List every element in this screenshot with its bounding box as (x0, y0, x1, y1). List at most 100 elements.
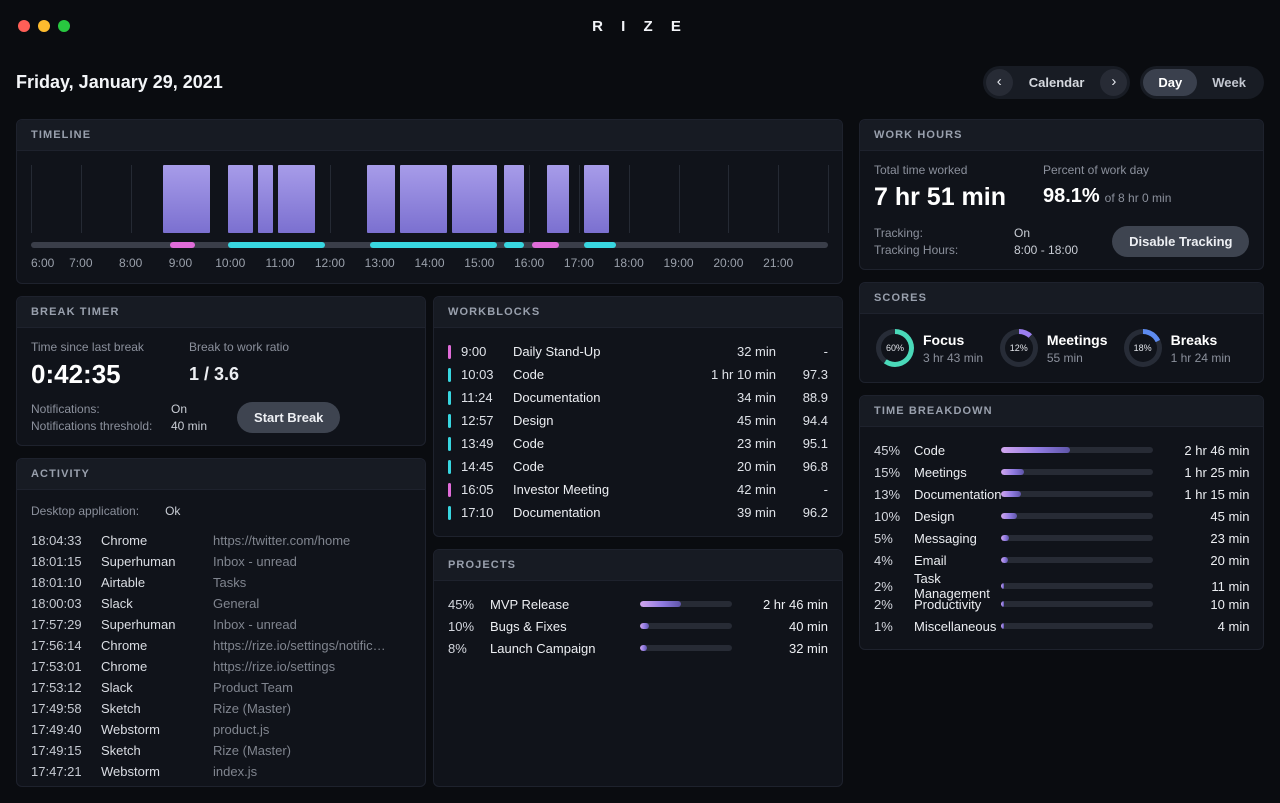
workblock-title: Documentation (513, 390, 684, 405)
zoom-button[interactable] (58, 20, 70, 32)
timeline-gridline (131, 165, 132, 233)
breakdown-bar-fill (1001, 447, 1069, 453)
timeline-hour-label: 11:00 (265, 256, 294, 270)
workblock-row[interactable]: 16:05Investor Meeting42 min- (448, 478, 828, 501)
workblock-title: Investor Meeting (513, 482, 684, 497)
ratio-label: Break to work ratio (189, 340, 411, 354)
timeline-chart[interactable] (31, 165, 828, 233)
breakdown-percent: 2% (874, 579, 914, 594)
breakdown-bar-track (1001, 513, 1153, 519)
timeline-gridline (629, 165, 630, 233)
score-item[interactable]: 60%Focus3 hr 43 min (876, 329, 1000, 367)
timeline-workblock[interactable] (228, 165, 253, 233)
timeline-workblock[interactable] (584, 165, 609, 233)
timeline-gridline (529, 165, 530, 233)
workblock-row[interactable]: 17:10Documentation39 min96.2 (448, 501, 828, 524)
activity-detail: https://twitter.com/home (213, 533, 411, 548)
workblock-row[interactable]: 11:24Documentation34 min88.9 (448, 386, 828, 409)
timeline-gridline (828, 165, 829, 233)
activity-row: 17:49:15SketchRize (Master) (31, 740, 411, 761)
workblock-row[interactable]: 14:45Code20 min96.8 (448, 455, 828, 478)
breakdown-row: 45%Code2 hr 46 min (874, 439, 1249, 461)
score-item[interactable]: 18%Breaks1 hr 24 min (1124, 329, 1248, 367)
workblock-row[interactable]: 9:00Daily Stand-Up32 min- (448, 340, 828, 363)
breakdown-percent: 4% (874, 553, 914, 568)
workblock-score: 96.2 (776, 505, 828, 520)
breakdown-name: Code (914, 443, 1001, 458)
scores-panel-title: SCORES (860, 283, 1263, 314)
timeline-workblock[interactable] (258, 165, 273, 233)
timeline-hour-label: 13:00 (365, 256, 395, 270)
tracking-label: Tracking: (874, 226, 1006, 240)
breakdown-bar-track (1001, 535, 1153, 541)
workblock-title: Design (513, 413, 684, 428)
start-break-button[interactable]: Start Break (237, 402, 340, 433)
breakdown-bar-fill (1001, 583, 1004, 589)
timeline-workblock[interactable] (452, 165, 497, 233)
activity-time: 17:56:14 (31, 638, 101, 653)
tracking-hours-value: 8:00 - 18:00 (1014, 243, 1078, 257)
timeline-workblock[interactable] (547, 165, 569, 233)
workblock-time: 13:49 (461, 436, 513, 451)
activity-row: 18:04:33Chromehttps://twitter.com/home (31, 530, 411, 551)
timeline-workblock[interactable] (504, 165, 524, 233)
timeline-panel: TIMELINE 6:007:008:009:0010:0011:0012:00… (16, 119, 843, 284)
breakdown-percent: 15% (874, 465, 914, 480)
timeline-hour-label: 16:00 (514, 256, 544, 270)
breakdown-bar-track (1001, 601, 1153, 607)
desktop-app-status: Ok (165, 504, 180, 518)
timeline-hour-axis: 6:007:008:009:0010:0011:0012:0013:0014:0… (31, 256, 828, 271)
score-item[interactable]: 12%Meetings55 min (1000, 329, 1124, 367)
workblock-score: 97.3 (776, 367, 828, 382)
activity-row: 18:01:15SuperhumanInbox - unread (31, 551, 411, 572)
activity-detail: index.js (213, 764, 411, 779)
percent-value: 98.1% (1043, 185, 1100, 207)
workblock-row[interactable]: 10:03Code1 hr 10 min97.3 (448, 363, 828, 386)
breakdown-duration: 1 hr 25 min (1153, 465, 1249, 480)
timeline-workblock[interactable] (400, 165, 447, 233)
projects-panel: PROJECTS 45%MVP Release2 hr 46 min10%Bug… (433, 549, 843, 787)
breakdown-row: 5%Messaging23 min (874, 527, 1249, 549)
minimize-button[interactable] (38, 20, 50, 32)
activity-time: 17:53:12 (31, 680, 101, 695)
desktop-app-label: Desktop application: (31, 504, 139, 518)
breakdown-name: Email (914, 553, 1001, 568)
timeline-workblock[interactable] (367, 165, 394, 233)
score-duration: 55 min (1047, 351, 1108, 365)
tab-week[interactable]: Week (1197, 69, 1261, 96)
breakdown-row: 1%Miscellaneous4 min (874, 615, 1249, 637)
disable-tracking-button[interactable]: Disable Tracking (1112, 226, 1249, 257)
workblock-duration: 23 min (684, 436, 776, 451)
tab-day[interactable]: Day (1143, 69, 1197, 96)
activity-time: 17:53:01 (31, 659, 101, 674)
breakdown-duration: 10 min (1153, 597, 1249, 612)
activity-app: Webstorm (101, 722, 213, 737)
activity-app: Chrome (101, 659, 213, 674)
timeline-track-segment (504, 242, 524, 248)
percent-suffix: of 8 hr 0 min (1105, 191, 1172, 205)
breakdown-row: 2%Task Management11 min (874, 571, 1249, 593)
window-controls (18, 20, 70, 32)
close-button[interactable] (18, 20, 30, 32)
next-day-button[interactable]: › (1100, 69, 1127, 96)
timeline-hour-label: 12:00 (315, 256, 345, 270)
page-header: Friday, January 29, 2021 ‹ Calendar › Da… (0, 52, 1280, 119)
activity-row: 17:56:14Chromehttps://rize.io/settings/n… (31, 635, 411, 656)
calendar-button[interactable]: Calendar (1013, 75, 1101, 90)
score-text: Breaks1 hr 24 min (1171, 332, 1231, 365)
workblock-row[interactable]: 13:49Code23 min95.1 (448, 432, 828, 455)
timeline-track-segment (228, 242, 325, 248)
activity-row: 17:53:12SlackProduct Team (31, 677, 411, 698)
timeline-workblock[interactable] (278, 165, 315, 233)
workblock-row[interactable]: 12:57Design45 min94.4 (448, 409, 828, 432)
activity-time: 18:01:10 (31, 575, 101, 590)
workblock-type-tick (448, 483, 451, 497)
prev-day-button[interactable]: ‹ (986, 69, 1013, 96)
timeline-hour-label: 20:00 (713, 256, 743, 270)
breakdown-bar-fill (1001, 623, 1004, 629)
breakdown-duration: 20 min (1153, 553, 1249, 568)
breakdown-name: Documentation (914, 487, 1001, 502)
breakdown-bar-fill (1001, 513, 1016, 519)
timeline-workblock[interactable] (163, 165, 210, 233)
breakdown-bar-track (1001, 583, 1153, 589)
